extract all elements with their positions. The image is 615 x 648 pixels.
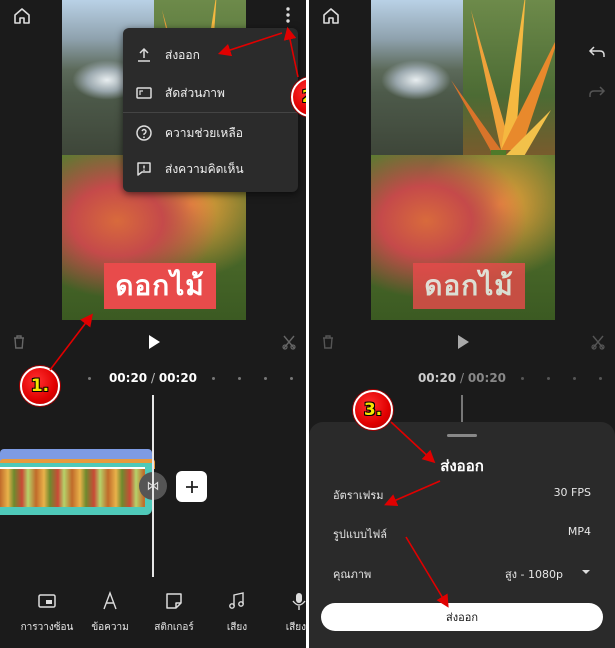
current-time: 00:20 — [108, 371, 148, 385]
file-format-value[interactable]: MP4 — [568, 525, 591, 538]
caption-text-overlay[interactable]: ดอกไม้ — [104, 263, 216, 309]
delete-icon[interactable] — [12, 334, 26, 350]
toolbar-overlay[interactable]: การวางซ้อน — [12, 590, 82, 635]
editor-panel-right: ดอกไม้ 00:20 / 00:20 ส่งออก อัตราเฟรม 30… — [309, 0, 615, 648]
menu-item-aspect-ratio[interactable]: สัดส่วนภาพ — [123, 74, 298, 112]
editor-panel-left: ดอกไม้ ส่งออก สัดส่วนภาพ ความช่วยเหลือ ส… — [0, 0, 306, 648]
play-icon[interactable] — [147, 334, 161, 350]
export-bottom-sheet: ส่งออก อัตราเฟรม 30 FPS รูปแบบไฟล์ MP4 ค… — [309, 422, 615, 648]
toolbar-label: การวางซ้อน — [20, 622, 74, 633]
menu-item-export[interactable]: ส่งออก — [123, 36, 298, 74]
time-separator: / — [456, 371, 468, 385]
split-icon[interactable] — [590, 334, 606, 350]
feedback-icon — [137, 162, 151, 176]
menu-item-label: ความช่วยเหลือ — [165, 125, 243, 140]
frame-rate-label: อัตราเฟรม — [333, 489, 384, 502]
timecode: 00:20 / 00:20 — [309, 371, 615, 385]
file-format-label: รูปแบบไฟล์ — [333, 528, 388, 541]
delete-icon[interactable] — [321, 334, 335, 350]
quality-label: คุณภาพ — [333, 568, 372, 581]
toolbar-text[interactable]: ข้อความ — [75, 590, 145, 635]
toolbar-audio[interactable]: เสียง — [202, 590, 272, 635]
menu-item-feedback[interactable]: ส่งความคิดเห็น — [123, 150, 298, 188]
time-separator: / — [147, 371, 159, 385]
menu-divider — [123, 112, 298, 113]
video-preview[interactable]: ดอกไม้ — [371, 0, 555, 320]
total-time: 00:20 — [467, 371, 507, 385]
quality-select[interactable]: สูง - 1080p — [505, 565, 563, 583]
music-icon — [229, 592, 244, 609]
playhead[interactable] — [461, 395, 463, 425]
toolbar-voiceover[interactable]: เสียงบ — [264, 590, 306, 635]
caption-text-overlay[interactable]: ดอกไม้ — [413, 263, 525, 309]
total-time: 00:20 — [158, 371, 198, 385]
annotation-marker-1: 1. — [20, 366, 60, 406]
overflow-menu: ส่งออก สัดส่วนภาพ ความช่วยเหลือ ส่งความค… — [123, 28, 298, 192]
play-icon[interactable] — [456, 334, 470, 350]
overlay-icon — [38, 594, 56, 608]
home-icon[interactable] — [322, 7, 340, 25]
toolbar-sticker[interactable]: สติกเกอร์ — [139, 590, 209, 635]
aspect-ratio-icon — [136, 87, 152, 99]
toolbar-label: ข้อความ — [91, 622, 129, 633]
annotation-marker-3: 3. — [353, 390, 393, 430]
redo-icon[interactable] — [588, 84, 606, 100]
help-icon — [136, 125, 152, 141]
home-icon[interactable] — [13, 7, 31, 25]
menu-item-label: ส่งออก — [165, 47, 200, 62]
undo-icon[interactable] — [588, 44, 606, 60]
sheet-drag-handle[interactable] — [447, 434, 477, 437]
more-vertical-icon[interactable] — [283, 6, 293, 24]
add-clip-button[interactable] — [176, 471, 207, 502]
menu-item-label: ส่งความคิดเห็น — [165, 161, 244, 176]
upload-icon — [138, 47, 150, 62]
split-icon[interactable] — [281, 334, 297, 350]
toolbar-label: สติกเกอร์ — [154, 622, 194, 633]
microphone-icon — [292, 593, 306, 610]
playhead[interactable] — [152, 395, 154, 577]
sticker-icon — [166, 593, 182, 609]
export-button[interactable]: ส่งออก — [321, 603, 603, 631]
current-time: 00:20 — [417, 371, 457, 385]
video-clip-thumbnails — [0, 467, 145, 507]
menu-item-help[interactable]: ความช่วยเหลือ — [123, 114, 298, 152]
frame-rate-value[interactable]: 30 FPS — [554, 486, 591, 499]
text-icon — [103, 591, 117, 610]
menu-item-label: สัดส่วนภาพ — [165, 85, 225, 100]
plus-icon — [185, 480, 198, 493]
chevron-down-icon[interactable] — [581, 567, 591, 577]
toolbar-label: เสียง — [226, 622, 248, 633]
toolbar-label: เสียงบ — [285, 622, 306, 633]
export-title: ส่งออก — [440, 457, 484, 475]
